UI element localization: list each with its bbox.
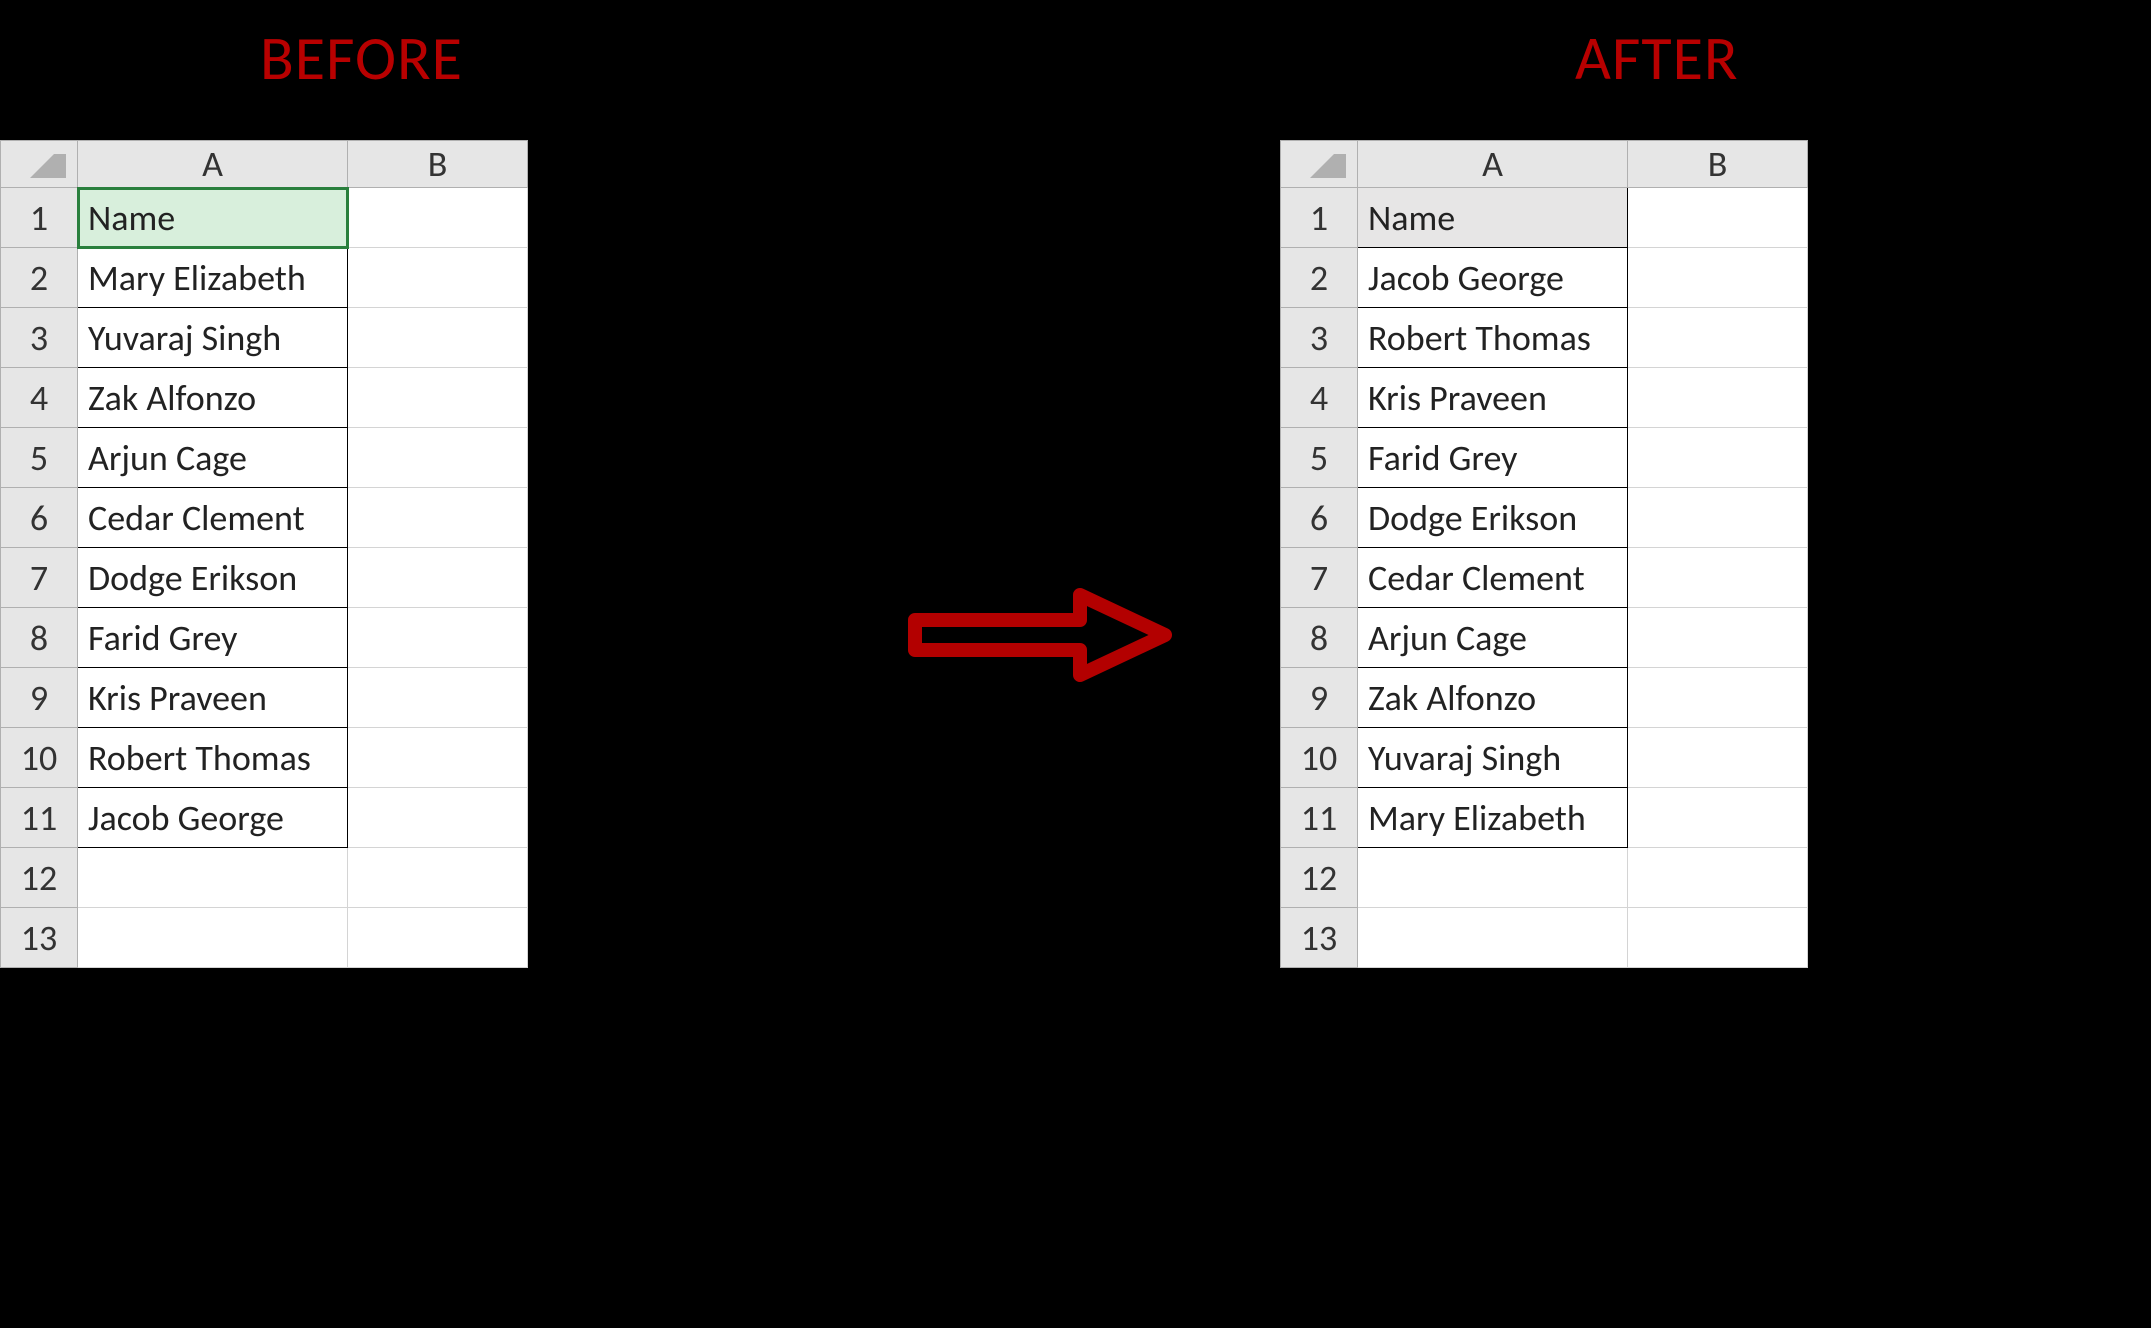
cell-A9[interactable]: Zak Alfonzo bbox=[1358, 668, 1628, 728]
row-header[interactable]: 2 bbox=[1281, 248, 1358, 308]
row-header[interactable]: 12 bbox=[1281, 848, 1358, 908]
row-header[interactable]: 9 bbox=[1, 668, 78, 728]
cell-B7[interactable] bbox=[348, 548, 528, 608]
cell-A2[interactable]: Jacob George bbox=[1358, 248, 1628, 308]
cell-A11[interactable]: Mary Elizabeth bbox=[1358, 788, 1628, 848]
cell-B6[interactable] bbox=[1628, 488, 1808, 548]
row-header[interactable]: 5 bbox=[1, 428, 78, 488]
after-title: AFTER bbox=[1575, 20, 1739, 96]
cell-B12[interactable] bbox=[348, 848, 528, 908]
cell-A9[interactable]: Kris Praveen bbox=[78, 668, 348, 728]
cell-A1[interactable]: Name bbox=[78, 188, 348, 248]
cell-A6[interactable]: Dodge Erikson bbox=[1358, 488, 1628, 548]
cell-A1[interactable]: Name bbox=[1358, 188, 1628, 248]
before-title: BEFORE bbox=[260, 20, 463, 96]
row-header[interactable]: 10 bbox=[1, 728, 78, 788]
cell-A13[interactable] bbox=[1358, 908, 1628, 968]
row-header[interactable]: 7 bbox=[1, 548, 78, 608]
row-header[interactable]: 4 bbox=[1, 368, 78, 428]
before-sheet: A B 1 Name 2Mary Elizabeth 3Yuvaraj Sing… bbox=[0, 140, 528, 968]
row-header[interactable]: 4 bbox=[1281, 368, 1358, 428]
cell-A12[interactable] bbox=[1358, 848, 1628, 908]
row-header[interactable]: 9 bbox=[1281, 668, 1358, 728]
row-header[interactable]: 12 bbox=[1, 848, 78, 908]
cell-B4[interactable] bbox=[348, 368, 528, 428]
cell-B5[interactable] bbox=[348, 428, 528, 488]
right-arrow-icon bbox=[900, 580, 1180, 695]
row-header[interactable]: 8 bbox=[1, 608, 78, 668]
cell-B10[interactable] bbox=[1628, 728, 1808, 788]
column-header-A[interactable]: A bbox=[1358, 141, 1628, 188]
row-header[interactable]: 10 bbox=[1281, 728, 1358, 788]
cell-B10[interactable] bbox=[348, 728, 528, 788]
row-header[interactable]: 13 bbox=[1281, 908, 1358, 968]
select-all-triangle-icon[interactable] bbox=[1281, 141, 1358, 188]
row-header[interactable]: 7 bbox=[1281, 548, 1358, 608]
cell-B9[interactable] bbox=[348, 668, 528, 728]
cell-B13[interactable] bbox=[1628, 908, 1808, 968]
row-header[interactable]: 3 bbox=[1, 308, 78, 368]
row-header[interactable]: 6 bbox=[1, 488, 78, 548]
cell-B4[interactable] bbox=[1628, 368, 1808, 428]
cell-B13[interactable] bbox=[348, 908, 528, 968]
cell-A6[interactable]: Cedar Clement bbox=[78, 488, 348, 548]
select-all-triangle-icon[interactable] bbox=[1, 141, 78, 188]
cell-B1[interactable] bbox=[1628, 188, 1808, 248]
row-header[interactable]: 1 bbox=[1, 188, 78, 248]
row-header[interactable]: 5 bbox=[1281, 428, 1358, 488]
cell-B2[interactable] bbox=[1628, 248, 1808, 308]
row-header[interactable]: 11 bbox=[1281, 788, 1358, 848]
cell-A3[interactable]: Robert Thomas bbox=[1358, 308, 1628, 368]
cell-A2[interactable]: Mary Elizabeth bbox=[78, 248, 348, 308]
cell-A3[interactable]: Yuvaraj Singh bbox=[78, 308, 348, 368]
cell-B11[interactable] bbox=[1628, 788, 1808, 848]
cell-A8[interactable]: Arjun Cage bbox=[1358, 608, 1628, 668]
cell-B11[interactable] bbox=[348, 788, 528, 848]
row-header[interactable]: 2 bbox=[1, 248, 78, 308]
row-header[interactable]: 11 bbox=[1, 788, 78, 848]
column-header-A[interactable]: A bbox=[78, 141, 348, 188]
row-header[interactable]: 13 bbox=[1, 908, 78, 968]
cell-A5[interactable]: Arjun Cage bbox=[78, 428, 348, 488]
row-header[interactable]: 6 bbox=[1281, 488, 1358, 548]
cell-B3[interactable] bbox=[348, 308, 528, 368]
cell-B1[interactable] bbox=[348, 188, 528, 248]
cell-A7[interactable]: Cedar Clement bbox=[1358, 548, 1628, 608]
column-header-B[interactable]: B bbox=[348, 141, 528, 188]
cell-A11[interactable]: Jacob George bbox=[78, 788, 348, 848]
cell-A10[interactable]: Yuvaraj Singh bbox=[1358, 728, 1628, 788]
row-header[interactable]: 3 bbox=[1281, 308, 1358, 368]
row-header[interactable]: 1 bbox=[1281, 188, 1358, 248]
cell-A4[interactable]: Zak Alfonzo bbox=[78, 368, 348, 428]
cell-A8[interactable]: Farid Grey bbox=[78, 608, 348, 668]
cell-B8[interactable] bbox=[1628, 608, 1808, 668]
cell-A4[interactable]: Kris Praveen bbox=[1358, 368, 1628, 428]
cell-B3[interactable] bbox=[1628, 308, 1808, 368]
cell-B12[interactable] bbox=[1628, 848, 1808, 908]
after-sheet: A B 1 Name 2Jacob George 3Robert Thomas … bbox=[1280, 140, 1808, 968]
row-header[interactable]: 8 bbox=[1281, 608, 1358, 668]
cell-A10[interactable]: Robert Thomas bbox=[78, 728, 348, 788]
cell-A13[interactable] bbox=[78, 908, 348, 968]
cell-B9[interactable] bbox=[1628, 668, 1808, 728]
cell-B8[interactable] bbox=[348, 608, 528, 668]
cell-B7[interactable] bbox=[1628, 548, 1808, 608]
cell-B5[interactable] bbox=[1628, 428, 1808, 488]
cell-B6[interactable] bbox=[348, 488, 528, 548]
cell-A7[interactable]: Dodge Erikson bbox=[78, 548, 348, 608]
cell-A12[interactable] bbox=[78, 848, 348, 908]
cell-B2[interactable] bbox=[348, 248, 528, 308]
cell-A5[interactable]: Farid Grey bbox=[1358, 428, 1628, 488]
column-header-B[interactable]: B bbox=[1628, 141, 1808, 188]
